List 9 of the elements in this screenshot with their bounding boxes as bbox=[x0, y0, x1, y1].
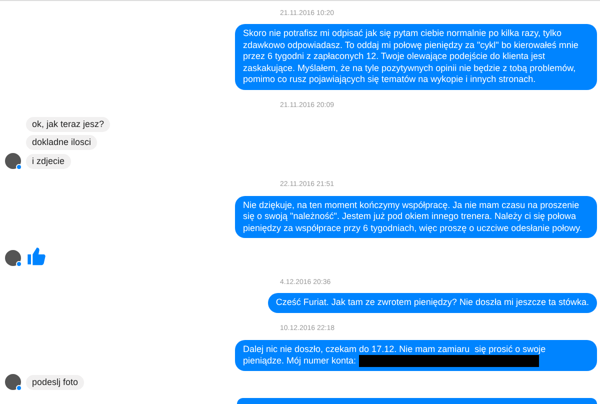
received-message: ok, jak teraz jesz? bbox=[26, 116, 110, 132]
received-message: dokladne ilosci bbox=[26, 134, 98, 150]
received-message: podeslj foto bbox=[26, 375, 84, 390]
sent-message: Nie dziękuje, na ten moment kończymy współpracę. Ja nie mam czasu na proszenie się o swoją "należność". Jestem już pod okiem innego trenera. Należy ci się połowa pieniędzy za współprace przy 6 tygodniach, więc proszę o uczciwe odesłanie połowy. bbox=[235, 196, 597, 238]
sent-message: Dalej nic nie doszło, czekam do 17.12. Nie mam zamiaru się prosić o swoje pieniądze. Mój numer konta: bbox=[235, 340, 597, 371]
thumbs-up-icon bbox=[26, 246, 46, 266]
sent-message: Skoro nie potrafisz mi odpisać jak się pytam ciebie normalnie po kilka razy, tylko zdawkowo odpowiadasz. To oddaj mi połowę pieniędzy za "cykl" bo kierowałeś mnie przez 6 tygodni z zapłaconych 12. Twoje olewające podejście do klienta jest zaskakujące. Myślałem, że na tyle pozytywnych opinii nie będzie z tobą problemów, pomimo co rusz pojawiających się tematów na wykopie i innych stronach. bbox=[235, 24, 597, 90]
received-message: i zdjecie bbox=[26, 154, 71, 168]
sent-message: Cześć Furiat. Jak tam ze zwrotem pieniędzy? Nie doszła mi jeszcze ta stówka. bbox=[268, 293, 597, 312]
